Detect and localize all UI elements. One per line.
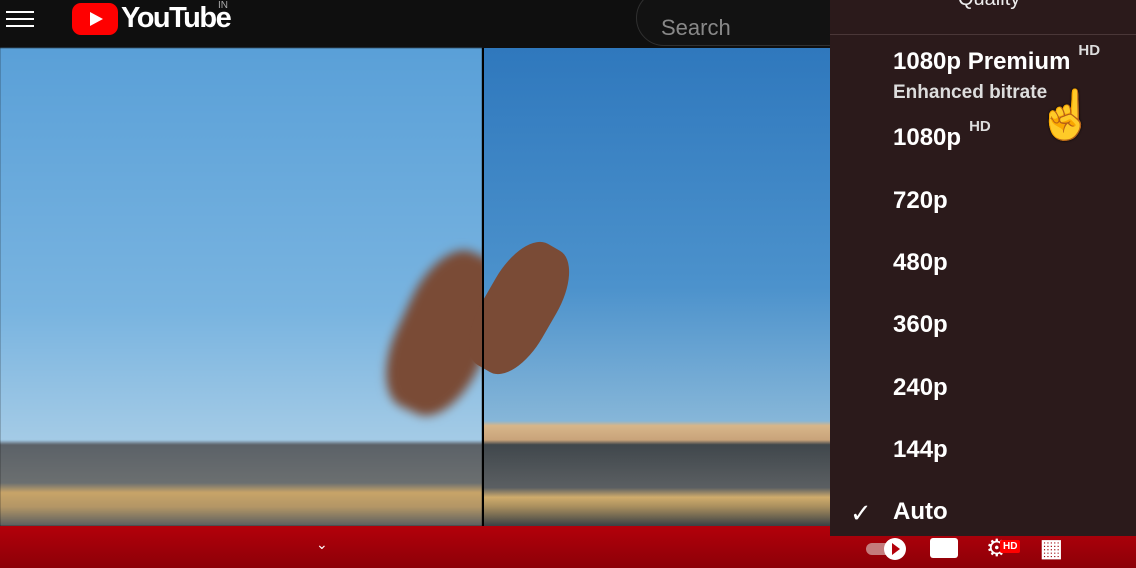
quality-option-1080p[interactable]: 1080p HD (893, 118, 991, 152)
youtube-play-icon (72, 2, 118, 35)
quality-option-auto[interactable]: Auto (893, 498, 948, 526)
checkmark-icon: ✓ (850, 498, 872, 528)
country-code: IN (218, 0, 228, 11)
video-sharp-half (453, 48, 830, 526)
subtitles-icon[interactable] (930, 538, 958, 558)
menu-icon[interactable] (6, 6, 34, 30)
divider (830, 34, 1136, 35)
youtube-logo[interactable]: YouTube IN (72, 0, 232, 35)
quality-option-720p[interactable]: 720p (893, 187, 948, 215)
quality-option-360p[interactable]: 360p (893, 311, 948, 339)
hd-badge: HD (969, 118, 991, 135)
quality-option-480p[interactable]: 480p (893, 249, 948, 277)
hd-badge: HD (1000, 540, 1021, 553)
quality-option-1080p-premium[interactable]: 1080p Premium HD (893, 42, 1100, 76)
hd-badge: HD (1078, 42, 1101, 59)
option-sublabel: Enhanced bitrate (893, 82, 1048, 103)
option-label: 1080p Premium (893, 48, 1071, 75)
exit-fullscreen-icon[interactable]: ▦ (1040, 534, 1063, 563)
video-blurred-half (0, 48, 522, 526)
quality-menu: Quality 1080p Premium HD Enhanced bitrate… (830, 0, 1136, 536)
option-label: 1080p (893, 124, 962, 151)
chevron-down-icon[interactable]: ⌄ (316, 536, 328, 553)
autoplay-toggle[interactable] (866, 538, 910, 560)
quality-menu-title: Quality (958, 0, 1020, 11)
quality-option-144p[interactable]: 144p (893, 436, 948, 464)
hand-cursor-icon: ☝ (1036, 89, 1096, 142)
comparison-divider (482, 48, 484, 568)
logo-text: YouTube (121, 2, 232, 34)
quality-option-240p[interactable]: 240p (893, 374, 948, 402)
